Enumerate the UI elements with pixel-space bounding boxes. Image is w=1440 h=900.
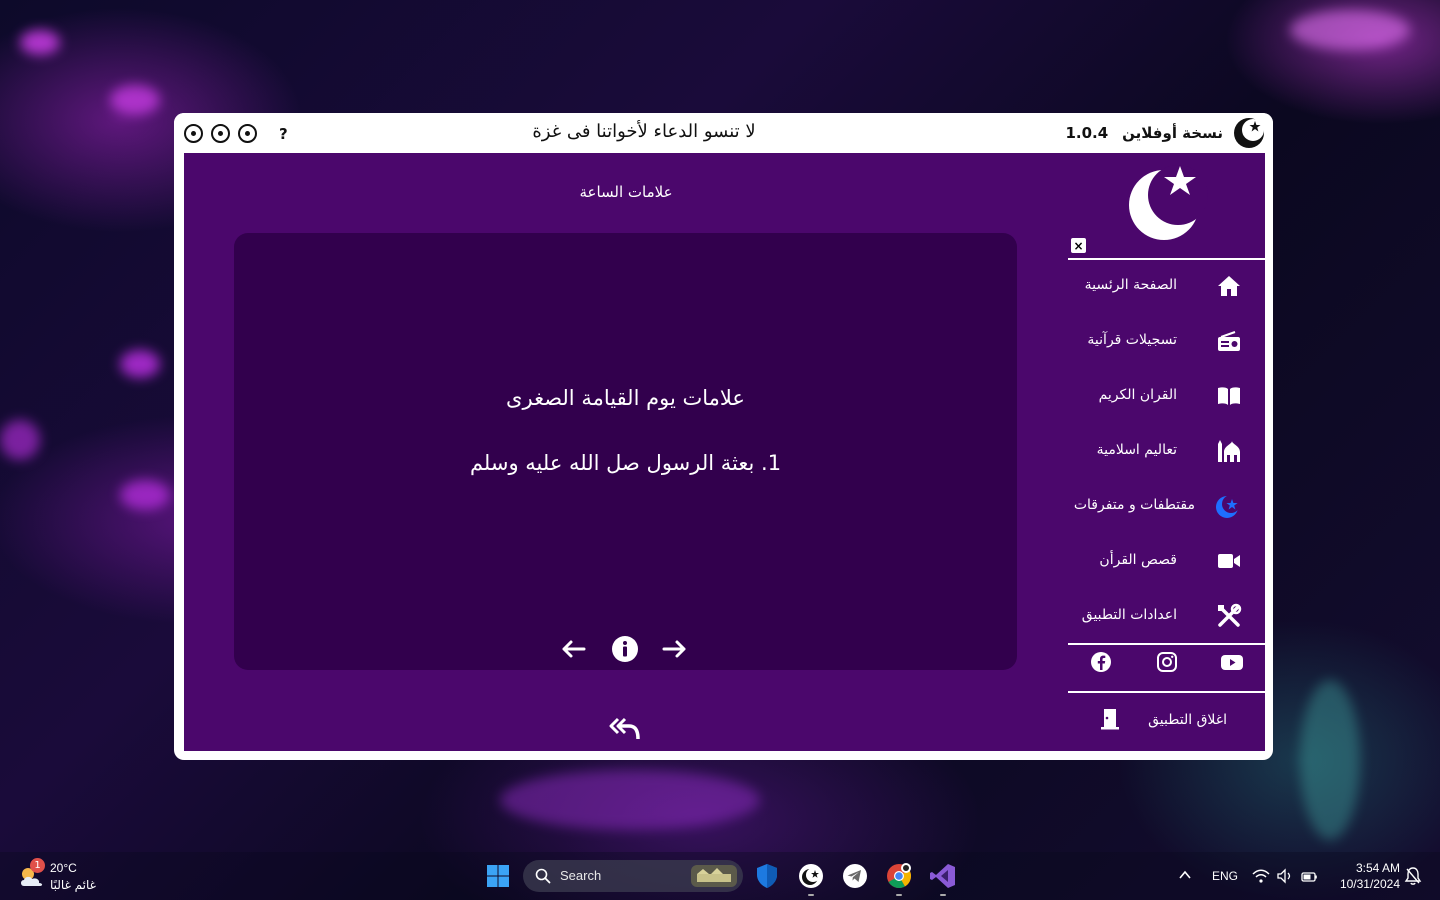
youtube-icon[interactable] bbox=[1220, 650, 1244, 674]
running-indicator bbox=[808, 894, 814, 896]
language-indicator[interactable]: ENG bbox=[1212, 869, 1238, 883]
tools-icon bbox=[1218, 603, 1242, 627]
card-item-text: 1. بعثة الرسول صل الله عليه وسلم bbox=[469, 451, 782, 475]
telegram-icon[interactable] bbox=[841, 862, 869, 890]
content-card: علامات يوم القيامة الصغرى 1. بعثة الرسول… bbox=[234, 233, 1017, 670]
crescent-star-logo-icon bbox=[1129, 165, 1208, 240]
sidebar-item-label: اعدادات التطبيق bbox=[1081, 607, 1177, 623]
info-icon[interactable] bbox=[611, 635, 639, 663]
search-highlight-image bbox=[691, 865, 737, 887]
clock-date: 10/31/2024 bbox=[1339, 877, 1400, 891]
wallpaper-blob bbox=[500, 770, 760, 830]
arrow-left-icon[interactable] bbox=[559, 635, 587, 663]
wallpaper-blob bbox=[1290, 10, 1410, 50]
sidebar-item-label: مقتطفات و متفرقات bbox=[1073, 497, 1195, 513]
wallpaper-blob bbox=[20, 30, 60, 55]
window-controls: ? bbox=[184, 124, 288, 143]
wallpaper-blob bbox=[120, 350, 160, 378]
clock[interactable]: 3:54 AM 10/31/2024 bbox=[1330, 860, 1400, 892]
weather-temperature: 20°C bbox=[50, 861, 77, 875]
weather-condition: غائم غالبًا bbox=[50, 878, 96, 892]
sidebar-item-quran[interactable]: القران الكريم bbox=[1068, 376, 1265, 416]
version-info: نسخة أوفلاين 1.0.4 bbox=[1065, 124, 1223, 142]
book-open-icon bbox=[1218, 387, 1240, 405]
wallpaper-blob bbox=[110, 85, 160, 115]
sidebar-item-excerpts[interactable]: مقتطفات و متفرقات bbox=[1068, 486, 1265, 526]
sidebar-divider bbox=[1068, 691, 1265, 693]
close-window-button[interactable] bbox=[184, 124, 203, 143]
video-camera-icon bbox=[1218, 554, 1240, 568]
chevron-up-icon[interactable] bbox=[1178, 868, 1192, 882]
sidebar-item-settings[interactable]: اعدادات التطبيق bbox=[1068, 596, 1265, 636]
chrome-icon bbox=[887, 863, 912, 889]
sidebar-item-label: القران الكريم bbox=[1098, 387, 1177, 403]
sidebar-item-islamic-teachings[interactable]: تعاليم اسلامية bbox=[1068, 431, 1265, 471]
version-number: 1.0.4 bbox=[1065, 124, 1109, 142]
sidebar-item-recordings[interactable]: تسجيلات قرآنية bbox=[1068, 321, 1265, 361]
sidebar-item-label: تعاليم اسلامية bbox=[1096, 442, 1177, 458]
app-window: ? لا تنسو الدعاء لأخواتنا فى غزة نسخة أو… bbox=[174, 113, 1273, 760]
running-indicator bbox=[896, 894, 902, 896]
sidebar-item-home[interactable]: الصفحة الرئسية bbox=[1068, 266, 1265, 306]
notification-bell-icon[interactable] bbox=[1404, 866, 1422, 886]
wallpaper-blob bbox=[120, 480, 170, 510]
visual-studio-icon bbox=[930, 864, 955, 888]
running-indicator bbox=[940, 894, 946, 896]
arrow-right-icon[interactable] bbox=[661, 635, 689, 663]
clock-time: 3:54 AM bbox=[1355, 861, 1400, 875]
section-title: علامات الساعة bbox=[579, 183, 673, 201]
sidebar-item-label: قصص القرأن bbox=[1099, 552, 1177, 568]
taskbar-app-chrome[interactable] bbox=[885, 862, 913, 896]
wifi-icon[interactable] bbox=[1252, 867, 1270, 885]
help-button[interactable]: ? bbox=[279, 125, 288, 143]
crescent-star-icon bbox=[1216, 495, 1240, 518]
weather-badge: 1 bbox=[30, 858, 45, 873]
battery-icon[interactable] bbox=[1300, 867, 1318, 885]
taskbar-app-islamic[interactable] bbox=[797, 862, 825, 896]
weather-widget[interactable]: 1 20°C غائم غالبًا bbox=[16, 858, 126, 894]
search-placeholder: Search bbox=[560, 868, 602, 883]
title-bar: ? لا تنسو الدعاء لأخواتنا فى غزة نسخة أو… bbox=[174, 113, 1273, 153]
exit-app-label: اغلاق التطبيق bbox=[1148, 712, 1227, 728]
sidebar-item-label: الصفحة الرئسية bbox=[1084, 277, 1177, 293]
app-logo-icon bbox=[1234, 118, 1264, 148]
defender-shield-icon[interactable] bbox=[753, 862, 781, 890]
instagram-icon[interactable] bbox=[1155, 650, 1179, 674]
sidebar-divider bbox=[1068, 643, 1265, 645]
door-exit-icon bbox=[1101, 709, 1119, 730]
sidebar-close-button[interactable]: × bbox=[1071, 238, 1086, 253]
card-heading: علامات يوم القيامة الصغرى bbox=[506, 386, 745, 410]
volume-icon[interactable] bbox=[1276, 867, 1294, 885]
facebook-icon[interactable] bbox=[1089, 650, 1113, 674]
wallpaper-blob bbox=[0, 420, 40, 460]
version-label: نسخة أوفلاين bbox=[1122, 124, 1223, 142]
maximize-window-button[interactable] bbox=[211, 124, 230, 143]
card-navigation bbox=[559, 635, 694, 663]
sidebar-divider bbox=[1068, 258, 1265, 260]
mosque-icon bbox=[1218, 440, 1240, 462]
minimize-window-button[interactable] bbox=[238, 124, 257, 143]
exit-app-button[interactable]: اغلاق التطبيق bbox=[1068, 700, 1265, 740]
marquee-message: لا تنسو الدعاء لأخواتنا فى غزة bbox=[532, 121, 756, 142]
radio-icon bbox=[1218, 331, 1240, 351]
home-icon bbox=[1218, 276, 1240, 296]
taskbar: 1 20°C غائم غالبًا Search ENG 3:54 AM 10… bbox=[0, 852, 1440, 900]
reply-all-icon[interactable] bbox=[609, 715, 641, 743]
taskbar-app-visual-studio[interactable] bbox=[929, 862, 957, 896]
sidebar-item-label: تسجيلات قرآنية bbox=[1087, 332, 1177, 348]
taskbar-search-box[interactable]: Search bbox=[523, 860, 743, 892]
sidebar-item-quran-stories[interactable]: قصص القرأن bbox=[1068, 541, 1265, 581]
crescent-app-icon bbox=[799, 864, 823, 888]
search-icon bbox=[535, 868, 551, 884]
content-area: علامات الساعة علامات يوم القيامة الصغرى … bbox=[184, 153, 1068, 751]
windows-start-icon[interactable] bbox=[486, 864, 510, 888]
wallpaper-blob bbox=[1300, 680, 1360, 840]
sidebar: × الصفحة الرئسية تسجيلات قرآنية القران ا… bbox=[1068, 153, 1265, 751]
